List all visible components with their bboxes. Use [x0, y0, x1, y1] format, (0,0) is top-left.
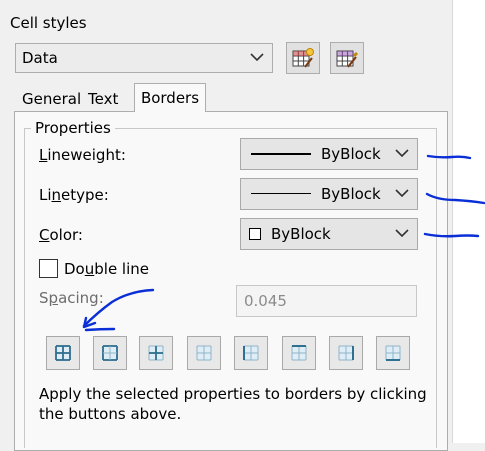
- tab-borders[interactable]: Borders: [134, 83, 206, 112]
- chevron-down-icon: [395, 189, 409, 197]
- properties-group-label: Properties: [31, 119, 115, 137]
- color-label: Color:: [39, 226, 83, 244]
- inside-borders-button[interactable]: [139, 336, 173, 370]
- lineweight-sample: [251, 153, 311, 155]
- all-borders-button[interactable]: [46, 336, 80, 370]
- new-cell-style-button[interactable]: [286, 42, 320, 74]
- chevron-down-icon: [250, 53, 264, 61]
- help-text: Apply the selected properties to borders…: [39, 385, 427, 423]
- left-border-button[interactable]: [234, 336, 268, 370]
- double-line-label: Double line: [64, 260, 150, 278]
- cell-style-dropdown[interactable]: Data: [15, 43, 273, 73]
- top-border-icon: [291, 345, 307, 361]
- right-border-button[interactable]: [329, 336, 363, 370]
- lineweight-dropdown[interactable]: ByBlock: [240, 138, 418, 170]
- linetype-dropdown[interactable]: ByBlock: [240, 178, 418, 210]
- linetype-sample: [251, 193, 311, 194]
- tab-general[interactable]: General: [22, 86, 81, 112]
- chevron-down-icon: [395, 149, 409, 157]
- no-border-icon: [196, 345, 212, 361]
- top-border-button[interactable]: [282, 336, 316, 370]
- all-borders-icon: [55, 345, 71, 361]
- color-value: ByBlock: [271, 225, 331, 243]
- right-border-icon: [338, 345, 354, 361]
- double-line-checkbox[interactable]: [39, 259, 58, 278]
- outside-borders-icon: [102, 345, 118, 361]
- chevron-down-icon: [395, 229, 409, 237]
- bottom-border-icon: [385, 345, 401, 361]
- background-strip: [452, 0, 485, 443]
- new-table-style-icon: [292, 48, 314, 68]
- outside-borders-button[interactable]: [93, 336, 127, 370]
- color-swatch-icon: [249, 228, 261, 240]
- linetype-value: ByBlock: [321, 185, 381, 203]
- manage-cell-styles-button[interactable]: [330, 42, 364, 74]
- left-border-icon: [243, 345, 259, 361]
- linetype-label: Linetype:: [39, 186, 109, 204]
- lineweight-label: Lineweight:: [39, 146, 126, 164]
- cell-styles-title: Cell styles: [10, 14, 87, 32]
- cell-style-value: Data: [22, 49, 58, 67]
- tab-text[interactable]: Text: [88, 86, 118, 112]
- no-border-button[interactable]: [187, 336, 221, 370]
- spacing-input[interactable]: 0.045: [236, 285, 417, 317]
- inside-borders-icon: [148, 345, 164, 361]
- spacing-label: Spacing:: [39, 289, 104, 307]
- bottom-border-button[interactable]: [376, 336, 410, 370]
- lineweight-value: ByBlock: [321, 145, 381, 163]
- manage-table-style-icon: [336, 50, 359, 68]
- color-dropdown[interactable]: ByBlock: [240, 218, 418, 250]
